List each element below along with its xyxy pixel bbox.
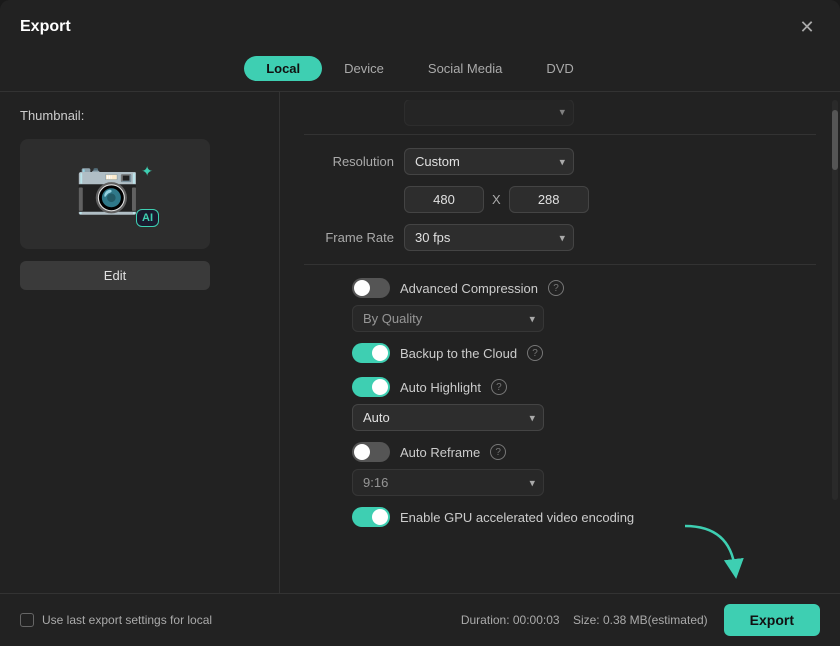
gpu-encoding-row: Enable GPU accelerated video encoding bbox=[304, 500, 816, 537]
scrollbar-track bbox=[832, 100, 838, 500]
bottom-bar: Use last export settings for local Durat… bbox=[0, 593, 840, 646]
auto-highlight-knob bbox=[372, 379, 388, 395]
auto-select-wrapper: Auto Landscape Portrait bbox=[352, 404, 544, 431]
close-button[interactable]: ✕ bbox=[794, 14, 820, 40]
resolution-x-separator: X bbox=[492, 192, 501, 207]
gpu-knob bbox=[372, 509, 388, 525]
partial-row bbox=[304, 100, 816, 128]
backup-cloud-help-icon[interactable]: ? bbox=[527, 345, 543, 361]
right-panel: Resolution Custom 1080p 720p 480p X bbox=[280, 92, 840, 593]
scrollbar-thumb[interactable] bbox=[832, 110, 838, 170]
duration-text: Duration: 00:00:03 bbox=[461, 613, 560, 627]
dialog-title: Export bbox=[20, 18, 71, 36]
auto-reframe-help-icon[interactable]: ? bbox=[490, 444, 506, 460]
frame-rate-row: Frame Rate 24 fps 25 fps 30 fps 60 fps bbox=[304, 217, 816, 258]
backup-cloud-row: Backup to the Cloud ? bbox=[304, 336, 816, 370]
export-dialog: Export ✕ Local Device Social Media DVD T… bbox=[0, 0, 840, 646]
frame-rate-select-wrapper: 24 fps 25 fps 30 fps 60 fps bbox=[404, 224, 574, 251]
auto-highlight-help-icon[interactable]: ? bbox=[491, 379, 507, 395]
partial-select-wrapper bbox=[404, 100, 574, 126]
auto-select[interactable]: Auto Landscape Portrait bbox=[352, 404, 544, 431]
auto-reframe-row: Auto Reframe ? bbox=[304, 435, 816, 469]
title-bar: Export ✕ bbox=[0, 0, 840, 50]
resolution-row: Resolution Custom 1080p 720p 480p bbox=[304, 141, 816, 182]
size-text: Size: 0.38 MB(estimated) bbox=[573, 613, 708, 627]
backup-cloud-label: Backup to the Cloud bbox=[400, 346, 517, 361]
advanced-compression-help-icon[interactable]: ? bbox=[548, 280, 564, 296]
resolution-inputs: X bbox=[304, 182, 816, 217]
ratio-select-wrapper: 9:16 1:1 4:3 16:9 bbox=[352, 469, 544, 496]
ratio-select-wrapper-outer: 9:16 1:1 4:3 16:9 bbox=[352, 469, 816, 496]
toggle-knob bbox=[354, 280, 370, 296]
advanced-compression-label: Advanced Compression bbox=[400, 281, 538, 296]
auto-highlight-label: Auto Highlight bbox=[400, 380, 481, 395]
thumbnail-box: 📷 ✦ AI bbox=[20, 139, 210, 249]
gpu-toggle[interactable] bbox=[352, 507, 390, 527]
auto-reframe-label: Auto Reframe bbox=[400, 445, 480, 460]
resolution-height-input[interactable] bbox=[509, 186, 589, 213]
last-export-checkbox[interactable] bbox=[20, 613, 34, 627]
thumbnail-label: Thumbnail: bbox=[20, 108, 259, 123]
advanced-compression-row: Advanced Compression ? bbox=[304, 271, 816, 305]
frame-rate-label: Frame Rate bbox=[304, 230, 394, 245]
backup-cloud-knob bbox=[372, 345, 388, 361]
auto-reframe-toggle[interactable] bbox=[352, 442, 390, 462]
by-quality-wrapper: By Quality By Bitrate bbox=[352, 305, 816, 332]
by-quality-select-wrapper: By Quality By Bitrate bbox=[352, 305, 544, 332]
resolution-select-wrapper: Custom 1080p 720p 480p bbox=[404, 148, 574, 175]
resolution-label: Resolution bbox=[304, 154, 394, 169]
tab-bar: Local Device Social Media DVD bbox=[0, 50, 840, 92]
partial-select[interactable] bbox=[404, 100, 574, 126]
resolution-width-input[interactable] bbox=[404, 186, 484, 213]
sparkle-icon: ✦ bbox=[141, 163, 153, 180]
advanced-compression-toggle[interactable] bbox=[352, 278, 390, 298]
export-button[interactable]: Export bbox=[724, 604, 820, 636]
auto-highlight-toggle[interactable] bbox=[352, 377, 390, 397]
duration-size-text: Duration: 00:00:03 Size: 0.38 MB(estimat… bbox=[461, 613, 708, 627]
edit-button[interactable]: Edit bbox=[20, 261, 210, 290]
auto-highlight-row: Auto Highlight ? bbox=[304, 370, 816, 404]
frame-rate-select[interactable]: 24 fps 25 fps 30 fps 60 fps bbox=[404, 224, 574, 251]
ratio-select[interactable]: 9:16 1:1 4:3 16:9 bbox=[352, 469, 544, 496]
ai-badge: AI bbox=[136, 209, 159, 227]
checkbox-row: Use last export settings for local bbox=[20, 613, 212, 627]
by-quality-select[interactable]: By Quality By Bitrate bbox=[352, 305, 544, 332]
left-panel: Thumbnail: 📷 ✦ AI Edit bbox=[0, 92, 280, 593]
tab-social-media[interactable]: Social Media bbox=[406, 56, 524, 81]
tab-dvd[interactable]: DVD bbox=[524, 56, 595, 81]
bottom-right: Duration: 00:00:03 Size: 0.38 MB(estimat… bbox=[461, 604, 820, 636]
resolution-select[interactable]: Custom 1080p 720p 480p bbox=[404, 148, 574, 175]
gpu-label: Enable GPU accelerated video encoding bbox=[400, 510, 634, 525]
auto-reframe-knob bbox=[354, 444, 370, 460]
tab-device[interactable]: Device bbox=[322, 56, 406, 81]
last-export-label: Use last export settings for local bbox=[42, 613, 212, 627]
ai-icon-container: 📷 ✦ AI bbox=[75, 159, 155, 229]
content-area: Thumbnail: 📷 ✦ AI Edit bbox=[0, 92, 840, 593]
backup-cloud-toggle[interactable] bbox=[352, 343, 390, 363]
auto-select-wrapper-outer: Auto Landscape Portrait bbox=[352, 404, 816, 431]
tab-local[interactable]: Local bbox=[244, 56, 322, 81]
